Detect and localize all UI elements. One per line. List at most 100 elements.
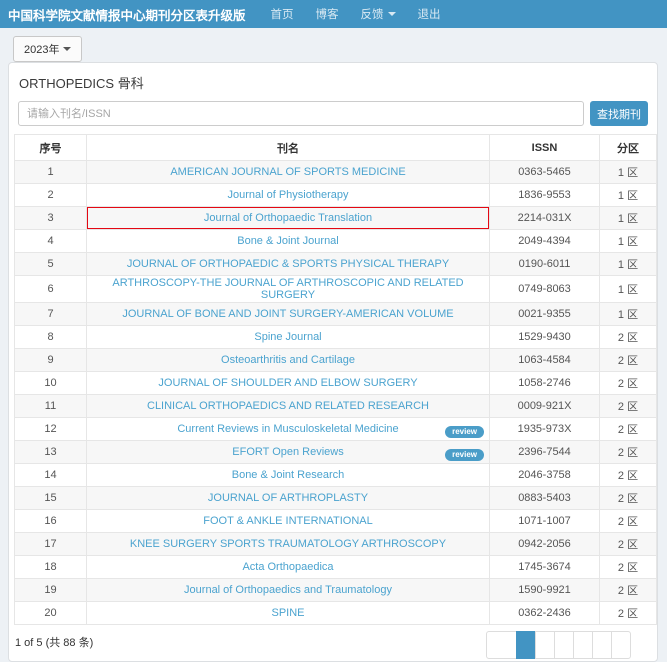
journal-name-cell: Acta Orthopaedica: [87, 556, 490, 579]
journal-name-cell: Bone & Joint Research: [87, 464, 490, 487]
row-number: 15: [15, 487, 87, 510]
journal-link[interactable]: Journal of Orthopaedic Translation: [204, 212, 372, 224]
journal-issn: 0942-2056: [490, 533, 600, 556]
nav-item-blog[interactable]: 博客: [316, 6, 339, 22]
journal-name-cell: Osteoarthritis and Cartilage: [87, 349, 490, 372]
pagination-page-button[interactable]: [535, 631, 555, 659]
row-number: 14: [15, 464, 87, 487]
journal-issn: 1935-973X: [490, 418, 600, 441]
pagination-prev-button[interactable]: [486, 631, 517, 659]
journal-link[interactable]: JOURNAL OF BONE AND JOINT SURGERY-AMERIC…: [122, 308, 453, 320]
journal-name-cell: Spine Journal: [87, 326, 490, 349]
journal-issn: 1058-2746: [490, 372, 600, 395]
journal-table: 序号 刊名 ISSN 分区 1AMERICAN JOURNAL OF SPORT…: [14, 134, 657, 625]
journal-name-cell: JOURNAL OF ARTHROPLASTY: [87, 487, 490, 510]
table-row: 4Bone & Joint Journal2049-43941 区: [15, 230, 657, 253]
table-header-row: 序号 刊名 ISSN 分区: [15, 135, 657, 161]
journal-link[interactable]: JOURNAL OF SHOULDER AND ELBOW SURGERY: [158, 377, 417, 389]
journal-name-cell: EFORT Open Reviewsreview: [87, 441, 490, 464]
table-row: 13EFORT Open Reviewsreview2396-75442 区: [15, 441, 657, 464]
search-journal-button[interactable]: 查找期刊: [590, 101, 648, 126]
journal-name-cell: CLINICAL ORTHOPAEDICS AND RELATED RESEAR…: [87, 395, 490, 418]
journal-name-cell: Journal of Orthopaedic Translation: [87, 207, 490, 230]
journal-link[interactable]: Journal of Physiotherapy: [227, 189, 348, 201]
table-row: 18Acta Orthopaedica1745-36742 区: [15, 556, 657, 579]
row-number: 10: [15, 372, 87, 395]
journal-name-cell: ARTHROSCOPY-THE JOURNAL OF ARTHROSCOPIC …: [87, 276, 490, 303]
journal-link[interactable]: Current Reviews in Musculoskeletal Medic…: [177, 423, 398, 435]
journal-zone: 2 区: [600, 533, 657, 556]
table-row: 9Osteoarthritis and Cartilage1063-45842 …: [15, 349, 657, 372]
journal-link[interactable]: JOURNAL OF ORTHOPAEDIC & SPORTS PHYSICAL…: [127, 258, 449, 270]
journal-name-cell: Journal of Physiotherapy: [87, 184, 490, 207]
year-dropdown-button[interactable]: 2023年: [13, 36, 82, 62]
row-number: 19: [15, 579, 87, 602]
row-number: 2: [15, 184, 87, 207]
pagination-page-button[interactable]: [554, 631, 574, 659]
table-row: 17KNEE SURGERY SPORTS TRAUMATOLOGY ARTHR…: [15, 533, 657, 556]
journal-zone: 2 区: [600, 372, 657, 395]
journal-issn: 2396-7544: [490, 441, 600, 464]
search-bar: 查找期刊: [18, 101, 648, 126]
journal-link[interactable]: AMERICAN JOURNAL OF SPORTS MEDICINE: [170, 166, 405, 178]
journal-link[interactable]: Spine Journal: [254, 331, 321, 343]
journal-issn: 0363-5465: [490, 161, 600, 184]
pagination-page-button[interactable]: [592, 631, 612, 659]
table-row: 5JOURNAL OF ORTHOPAEDIC & SPORTS PHYSICA…: [15, 253, 657, 276]
nav-item-home[interactable]: 首页: [271, 6, 294, 22]
row-number: 4: [15, 230, 87, 253]
journal-link[interactable]: SPINE: [271, 607, 304, 619]
journal-zone: 1 区: [600, 184, 657, 207]
journal-issn: 1529-9430: [490, 326, 600, 349]
caret-down-icon: [63, 47, 71, 51]
toolbar: 2023年: [0, 28, 667, 62]
journal-name-cell: SPINE: [87, 602, 490, 625]
journal-link[interactable]: Osteoarthritis and Cartilage: [221, 354, 355, 366]
pagination-next-button[interactable]: [611, 631, 631, 659]
journal-link[interactable]: EFORT Open Reviews: [232, 446, 343, 458]
journal-issn: 0190-6011: [490, 253, 600, 276]
journal-table-body: 1AMERICAN JOURNAL OF SPORTS MEDICINE0363…: [15, 161, 657, 625]
journal-zone: 1 区: [600, 207, 657, 230]
header-zone: 分区: [600, 135, 657, 161]
journal-issn: 2214-031X: [490, 207, 600, 230]
journal-name-cell: Journal of Orthopaedics and Traumatology: [87, 579, 490, 602]
nav-item-feedback[interactable]: 反馈: [361, 6, 396, 22]
pagination-page-button[interactable]: [573, 631, 593, 659]
row-number: 18: [15, 556, 87, 579]
journal-link[interactable]: CLINICAL ORTHOPAEDICS AND RELATED RESEAR…: [147, 400, 429, 412]
journal-name-cell: KNEE SURGERY SPORTS TRAUMATOLOGY ARTHROS…: [87, 533, 490, 556]
journal-link[interactable]: ARTHROSCOPY-THE JOURNAL OF ARTHROSCOPIC …: [112, 277, 463, 301]
journal-link[interactable]: Journal of Orthopaedics and Traumatology: [184, 584, 392, 596]
header-issn: ISSN: [490, 135, 600, 161]
table-row: 19 Journal of Orthopaedics and Traumatolo…: [15, 579, 657, 602]
site-title[interactable]: 中国科学院文献情报中心期刊分区表升级版: [8, 5, 246, 24]
header-name: 刊名: [87, 135, 490, 161]
journal-name-cell: Bone & Joint Journal: [87, 230, 490, 253]
journal-zone: 2 区: [600, 326, 657, 349]
journal-name-cell: JOURNAL OF BONE AND JOINT SURGERY-AMERIC…: [87, 303, 490, 326]
year-dropdown-label: 2023年: [24, 41, 59, 57]
table-row: 12Current Reviews in Musculoskeletal Med…: [15, 418, 657, 441]
table-row: 15JOURNAL OF ARTHROPLASTY0883-54032 区: [15, 487, 657, 510]
journal-issn: 0362-2436: [490, 602, 600, 625]
journal-link[interactable]: KNEE SURGERY SPORTS TRAUMATOLOGY ARTHROS…: [130, 538, 446, 550]
pagination-page-button[interactable]: [516, 631, 536, 659]
journal-zone: 2 区: [600, 418, 657, 441]
journal-zone: 1 区: [600, 303, 657, 326]
pagination: [487, 631, 631, 659]
journal-link[interactable]: Acta Orthopaedica: [242, 561, 333, 573]
table-row: 6ARTHROSCOPY-THE JOURNAL OF ARTHROSCOPIC…: [15, 276, 657, 303]
row-number: 16: [15, 510, 87, 533]
journal-link[interactable]: JOURNAL OF ARTHROPLASTY: [208, 492, 368, 504]
nav-item-logout[interactable]: 退出: [418, 6, 441, 22]
row-number: 8: [15, 326, 87, 349]
journal-link[interactable]: Bone & Joint Journal: [237, 235, 339, 247]
journal-zone: 1 区: [600, 276, 657, 303]
search-input[interactable]: [18, 101, 584, 126]
journal-link[interactable]: Bone & Joint Research: [232, 469, 345, 481]
journal-name-cell: JOURNAL OF ORTHOPAEDIC & SPORTS PHYSICAL…: [87, 253, 490, 276]
journal-link[interactable]: FOOT & ANKLE INTERNATIONAL: [203, 515, 373, 527]
row-number: 11: [15, 395, 87, 418]
journal-zone: 2 区: [600, 556, 657, 579]
